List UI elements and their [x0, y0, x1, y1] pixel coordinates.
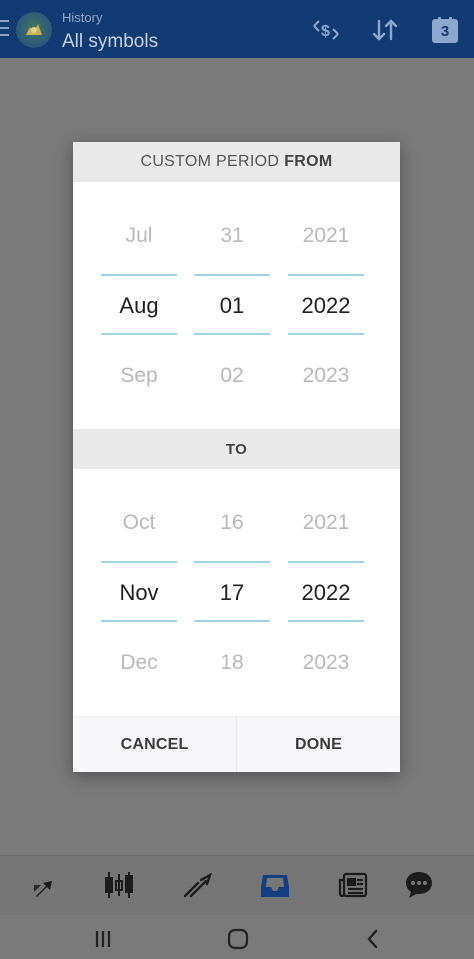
recent-apps-icon[interactable]	[88, 927, 118, 951]
currency-exchange-icon[interactable]: $	[309, 14, 343, 46]
from-day-selected[interactable]: 01	[194, 286, 270, 326]
sort-icon[interactable]	[368, 14, 402, 46]
to-year-wheel[interactable]: 2021 2022 2023	[288, 469, 364, 679]
from-month-selected[interactable]: Aug	[101, 286, 177, 326]
history-inbox-icon[interactable]	[257, 868, 293, 902]
from-month-next[interactable]: Sep	[101, 356, 177, 396]
app-header: History All symbols $ 3	[0, 0, 474, 58]
cancel-button[interactable]: CANCEL	[73, 717, 236, 772]
svg-text:$: $	[321, 23, 330, 40]
trade-chart-icon[interactable]	[180, 868, 216, 902]
from-year-next[interactable]: 2023	[288, 356, 364, 396]
from-day-next[interactable]: 02	[194, 356, 270, 396]
to-month-wheel[interactable]: Oct Nov Dec	[101, 469, 177, 679]
home-icon[interactable]	[223, 927, 253, 951]
header-title: All symbols	[62, 31, 159, 52]
from-date-picker: Jul Aug Sep 31 01 02 2021 2022 2023	[73, 182, 400, 392]
from-day-wheel[interactable]: 31 01 02	[194, 182, 270, 392]
to-month-selected[interactable]: Nov	[101, 573, 177, 613]
to-year-next[interactable]: 2023	[288, 643, 364, 683]
from-year-selected[interactable]: 2022	[288, 286, 364, 326]
chat-icon[interactable]	[401, 868, 437, 902]
back-icon[interactable]	[358, 927, 388, 951]
candlestick-chart-icon[interactable]	[101, 868, 137, 902]
dialog-button-bar: CANCEL DONE	[73, 716, 400, 772]
app-logo-icon	[16, 12, 52, 48]
calendar-icon[interactable]: 3	[428, 14, 462, 46]
calendar-day: 3	[440, 23, 450, 40]
custom-period-dialog: CUSTOM PERIOD FROM Jul Aug Sep 31 01 02 2…	[73, 142, 400, 772]
to-day-next[interactable]: 18	[194, 643, 270, 683]
to-day-wheel[interactable]: 16 17 18	[194, 469, 270, 679]
system-nav-bar	[0, 915, 474, 959]
from-heading: CUSTOM PERIOD FROM	[73, 142, 400, 182]
header-subtitle: History	[62, 10, 103, 25]
to-day-prev[interactable]: 16	[194, 503, 270, 543]
from-month-prev[interactable]: Jul	[101, 216, 177, 256]
menu-icon[interactable]	[0, 20, 10, 38]
to-month-prev[interactable]: Oct	[101, 503, 177, 543]
bottom-toolbar	[0, 855, 474, 915]
news-icon[interactable]	[335, 868, 371, 902]
to-year-prev[interactable]: 2021	[288, 503, 364, 543]
to-year-selected[interactable]: 2022	[288, 573, 364, 613]
from-year-wheel[interactable]: 2021 2022 2023	[288, 182, 364, 392]
to-day-selected[interactable]: 17	[194, 573, 270, 613]
from-year-prev[interactable]: 2021	[288, 216, 364, 256]
from-day-prev[interactable]: 31	[194, 216, 270, 256]
quotes-arrows-icon[interactable]	[27, 868, 63, 902]
to-month-next[interactable]: Dec	[101, 643, 177, 683]
done-button[interactable]: DONE	[237, 717, 400, 772]
from-month-wheel[interactable]: Jul Aug Sep	[101, 182, 177, 392]
to-heading: TO	[73, 429, 400, 469]
to-date-picker: Oct Nov Dec 16 17 18 2021 2022 2023	[73, 469, 400, 679]
